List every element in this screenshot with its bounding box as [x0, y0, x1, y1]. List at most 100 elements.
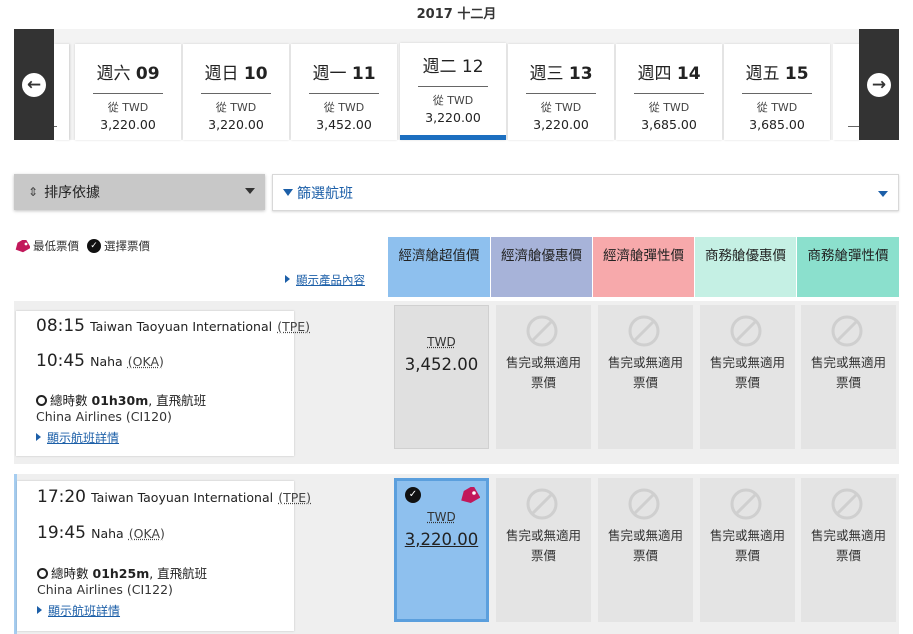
month-label: 2017 十二月 [416, 7, 497, 22]
duration-label: 總時數 [50, 393, 88, 408]
date-num: 11 [351, 64, 376, 84]
prohibited-icon [730, 488, 762, 520]
price-tag-icon [15, 239, 30, 252]
date-from: 從 TWD [323, 101, 365, 114]
date-card-partial [54, 44, 69, 140]
date-from: 從 TWD [107, 101, 149, 114]
date-day: 週四 [637, 64, 672, 84]
sort-arrows-icon: ⇕ [28, 185, 39, 199]
show-products-label: 顯示產品內容 [296, 273, 365, 287]
unavailable-text: 售完或無適用 票價 [607, 355, 683, 390]
arrow-right-circle-icon: → [867, 72, 891, 97]
prohibited-icon [628, 488, 660, 520]
triangle-right-icon [285, 275, 290, 283]
date-card-13[interactable]: 週三 13 從 TWD 3,220.00 [508, 44, 614, 140]
caret-down-icon [878, 191, 888, 197]
date-carousel: ← 週六 09 從 TWD 3,220.00 週日 10 從 TWD 3,220… [14, 29, 899, 140]
arrival-time: 10:45 [36, 351, 85, 371]
legend-selected: 選擇票價 [104, 239, 150, 253]
fare-column-economy-discount: 經濟艙優惠價 [491, 237, 592, 297]
filter-icon [283, 189, 293, 196]
date-price: 3,220.00 [533, 117, 589, 132]
fare-amount: 3,452.00 [404, 355, 479, 374]
date-num: 13 [568, 64, 593, 84]
date-day: 週一 [312, 64, 347, 84]
flight-details-label: 顯示航班詳情 [47, 431, 120, 445]
date-day: 週三 [529, 64, 564, 84]
departure-time: 08:15 [36, 316, 85, 336]
filter-dropdown[interactable]: 篩選航班 [272, 174, 899, 211]
date-from: 從 TWD [540, 101, 582, 114]
date-num: 14 [676, 64, 701, 84]
date-card-12-selected[interactable]: 週二 12 從 TWD 3,220.00 [400, 43, 506, 140]
date-card-15[interactable]: 週五 15 從 TWD 3,685.00 [724, 44, 830, 140]
fare-unavailable: 售完或無適用 票價 [598, 305, 693, 449]
date-num: 12 [461, 57, 484, 77]
duration-value: 01h25m [92, 566, 150, 581]
sort-dropdown[interactable]: ⇕ 排序依據 [14, 174, 265, 210]
date-price: 3,685.00 [641, 117, 697, 132]
unavailable-text: 售完或無適用 票價 [810, 355, 886, 390]
legend-lowest: 最低票價 [33, 239, 79, 253]
sort-label: 排序依據 [44, 185, 101, 201]
triangle-right-icon [37, 606, 42, 614]
stopwatch-icon [37, 568, 48, 579]
departure-code: (TPE) [278, 490, 312, 505]
duration-label: 總時數 [51, 566, 89, 581]
prohibited-icon [831, 315, 863, 347]
fare-legend: 最低票價 ✓ 選擇票價 [14, 238, 150, 254]
unavailable-text: 售完或無適用 票價 [709, 528, 785, 563]
stops-label: , 直飛航班 [149, 566, 208, 581]
fare-currency: TWD [427, 335, 456, 349]
fare-column-economy-super: 經濟艙超值價 [388, 237, 490, 297]
unavailable-text: 售完或無適用 票價 [709, 355, 785, 390]
show-products-link[interactable]: 顯示產品內容 [285, 272, 365, 288]
prohibited-icon [831, 488, 863, 520]
arrival-city: Naha [90, 354, 123, 369]
date-from: 從 TWD [432, 94, 474, 107]
date-day: 週五 [745, 64, 780, 84]
date-card-09[interactable]: 週六 09 從 TWD 3,220.00 [75, 44, 181, 140]
fare-amount: 3,220.00 [404, 530, 479, 549]
date-day: 週日 [204, 64, 239, 84]
prev-dates-button[interactable]: ← [14, 29, 54, 140]
check-circle-icon: ✓ [405, 487, 421, 503]
fare-currency: TWD [427, 510, 456, 524]
fare-option-economy-super[interactable]: TWD 3,452.00 [394, 305, 489, 449]
departure-code: (TPE) [277, 319, 311, 334]
date-card-partial [833, 44, 859, 140]
date-price: 3,220.00 [100, 117, 156, 132]
filter-label: 篩選航班 [297, 185, 353, 202]
fare-unavailable: 售完或無適用 票價 [700, 305, 795, 449]
airline-flight: China Airlines (CI120) [36, 409, 172, 424]
date-card-14[interactable]: 週四 14 從 TWD 3,685.00 [616, 44, 722, 140]
fare-unavailable: 售完或無適用 票價 [598, 478, 693, 622]
flight-details-link[interactable]: 顯示航班詳情 [37, 602, 120, 619]
flight-info: 17:20 Taiwan Taoyuan International (TPE)… [17, 481, 311, 631]
fare-column-economy-flex: 經濟艙彈性價 [593, 237, 694, 297]
date-from: 從 TWD [648, 101, 690, 114]
departure-city: Taiwan Taoyuan International [90, 319, 273, 334]
duration-value: 01h30m [91, 393, 149, 408]
unavailable-text: 售完或無適用 票價 [505, 355, 581, 390]
date-num: 15 [784, 64, 809, 84]
next-dates-button[interactable]: → [859, 29, 899, 140]
fare-column-business-flex: 商務艙彈性價 [797, 237, 899, 297]
unavailable-text: 售完或無適用 票價 [607, 528, 683, 563]
stops-label: , 直飛航班 [148, 393, 207, 408]
prohibited-icon [628, 315, 660, 347]
arrival-city: Naha [91, 526, 124, 541]
stopwatch-icon [36, 395, 47, 406]
fare-option-economy-super-selected[interactable]: ✓ TWD 3,220.00 [394, 478, 489, 622]
fare-unavailable: 售完或無適用 票價 [496, 305, 591, 449]
check-circle-icon: ✓ [87, 239, 101, 253]
date-day: 週二 [422, 57, 457, 77]
date-card-10[interactable]: 週日 10 從 TWD 3,220.00 [183, 44, 289, 140]
date-price: 3,452.00 [316, 117, 372, 132]
date-price: 3,220.00 [425, 110, 481, 125]
fare-unavailable: 售完或無適用 票價 [700, 478, 795, 622]
date-day: 週六 [96, 64, 131, 84]
flight-details-link[interactable]: 顯示航班詳情 [36, 429, 119, 446]
prohibited-icon [730, 315, 762, 347]
date-card-11[interactable]: 週一 11 從 TWD 3,452.00 [291, 44, 397, 140]
